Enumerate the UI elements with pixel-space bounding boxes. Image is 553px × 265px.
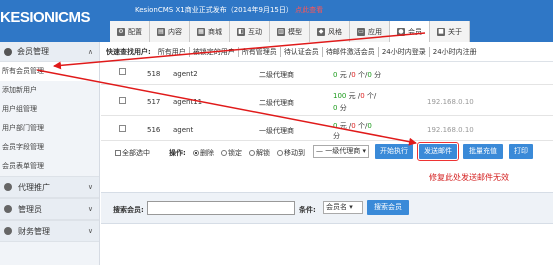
- main-nav: ⚙ 配置 ▤ 内容 ▦ 商城 ◧ 互动 ▥ 模型 ◆ 风格 ▭ 应用 ● 会员 ■ 关于: [110, 21, 470, 42]
- agent-icon: [4, 183, 12, 191]
- annotation-note: 修复此处发送邮件无效: [429, 173, 509, 182]
- send-email-button[interactable]: 发送邮件: [417, 142, 459, 161]
- row-ip: 192.168.0.10: [427, 126, 474, 134]
- group-select[interactable]: — 一级代理商 ▾: [313, 145, 369, 158]
- config-icon: ⚙: [117, 27, 125, 36]
- execute-button[interactable]: 开始执行: [375, 144, 413, 159]
- filter-pending-verify[interactable]: 待认证会员: [281, 46, 323, 57]
- sidebar-item-user-groups[interactable]: 用户组管理: [0, 100, 99, 119]
- tab-content[interactable]: ▤ 内容: [150, 21, 190, 42]
- radio-delete[interactable]: 删除: [193, 148, 214, 158]
- select-all-checkbox[interactable]: [115, 150, 121, 156]
- row-checkbox[interactable]: [119, 68, 126, 75]
- app-logo: KESIONICMS: [0, 9, 91, 26]
- filter-all-users[interactable]: 所有用户: [155, 46, 190, 57]
- filter-pending-email[interactable]: 待邮件激活会员: [323, 46, 379, 57]
- content-icon: ▤: [157, 27, 165, 36]
- sidebar: 会员管理 ∧ 所有会员管理 添加新用户 用户组管理 用户部门管理 会员字段管理 …: [0, 42, 100, 265]
- table-row: 517 agent11 二级代理商 100 元 /0 个/ 0 分 192.16…: [101, 86, 553, 116]
- filter-locked-users[interactable]: 被锁定的用户: [190, 46, 239, 57]
- radio-move-to[interactable]: 移动到: [277, 148, 305, 158]
- condition-select[interactable]: 会员名 ▾: [323, 201, 363, 214]
- shop-icon: ▦: [197, 27, 205, 36]
- search-member-button[interactable]: 搜索会员: [367, 200, 409, 215]
- radio-unlock[interactable]: 解锁: [249, 148, 270, 158]
- sidebar-header[interactable]: 会员管理 ∧: [0, 42, 99, 62]
- chevron-down-icon: ∨: [87, 183, 93, 191]
- row-checkbox[interactable]: [119, 125, 126, 132]
- tab-about[interactable]: ■ 关于: [430, 21, 470, 42]
- quick-filter-bar: 快速查找用户: 所有用户 被锁定的用户 所有管理员 待认证会员 待邮件激活会员 …: [101, 42, 553, 62]
- table-row: 518 agent2 二级代理商 0 元 /0 个/0 分: [101, 63, 553, 85]
- sidebar-item-all-users[interactable]: 所有会员管理: [0, 62, 99, 81]
- finance-icon: [4, 227, 12, 235]
- chevron-down-icon: ∨: [87, 227, 93, 235]
- model-icon: ▥: [277, 27, 285, 36]
- chevron-down-icon: ∨: [87, 205, 93, 213]
- app-icon: ▭: [357, 27, 365, 36]
- interact-icon: ◧: [237, 27, 245, 36]
- batch-operations: 全部选中 操作: 删除 锁定 解锁 移动到 — 一级代理商 ▾ 开始执行 发送邮…: [101, 142, 553, 162]
- print-button[interactable]: 打印: [509, 144, 533, 159]
- announcement-link[interactable]: 点此查看: [295, 6, 323, 14]
- tab-config[interactable]: ⚙ 配置: [110, 21, 150, 42]
- tab-shop[interactable]: ▦ 商城: [190, 21, 230, 42]
- top-header: KESIONICMS KesionCMS X1商业正式发布（2014年9月15日…: [0, 0, 553, 42]
- sidebar-item-add-user[interactable]: 添加新用户: [0, 81, 99, 100]
- tab-style[interactable]: ◆ 风格: [310, 21, 350, 42]
- row-checkbox[interactable]: [119, 97, 126, 104]
- sidebar-item-user-forms[interactable]: 会员表单管理: [0, 157, 99, 176]
- admin-icon: [4, 205, 12, 213]
- radio-lock[interactable]: 锁定: [221, 148, 242, 158]
- search-bar: 搜索会员: 条件: 会员名 ▾ 搜索会员: [101, 192, 553, 224]
- style-icon: ◆: [317, 27, 325, 36]
- sidebar-item-departments[interactable]: 用户部门管理: [0, 119, 99, 138]
- user-icon: [4, 47, 12, 56]
- main-content: 快速查找用户: 所有用户 被锁定的用户 所有管理员 待认证会员 待邮件激活会员 …: [101, 42, 553, 265]
- sidebar-section-admins[interactable]: 管理员 ∨: [0, 198, 99, 220]
- row-ip: 192.168.0.10: [427, 98, 474, 106]
- filter-login-24h[interactable]: 24小时内登录: [379, 46, 430, 57]
- about-icon: ■: [437, 27, 445, 36]
- search-member-input[interactable]: [147, 201, 295, 215]
- batch-recharge-button[interactable]: 批量充值: [463, 144, 503, 159]
- table-row: 516 agent 一级代理商 0 元 /0 个/0 分 192.168.0.1…: [101, 117, 553, 141]
- tab-model[interactable]: ▥ 模型: [270, 21, 310, 42]
- announcement: KesionCMS X1商业正式发布（2014年9月15日） 点此查看: [135, 6, 324, 14]
- user-icon: ●: [397, 27, 405, 36]
- tab-user[interactable]: ● 会员: [390, 21, 430, 42]
- sidebar-item-user-fields[interactable]: 会员字段管理: [0, 138, 99, 157]
- sidebar-section-agents[interactable]: 代理推广 ∨: [0, 176, 99, 198]
- tab-interact[interactable]: ◧ 互动: [230, 21, 270, 42]
- filter-admins[interactable]: 所有管理员: [239, 46, 281, 57]
- tab-app[interactable]: ▭ 应用: [350, 21, 390, 42]
- sidebar-section-finance[interactable]: 财务管理 ∨: [0, 220, 99, 242]
- chevron-up-icon: ∧: [87, 47, 93, 56]
- filter-register-24h[interactable]: 24小时内注册: [430, 47, 480, 57]
